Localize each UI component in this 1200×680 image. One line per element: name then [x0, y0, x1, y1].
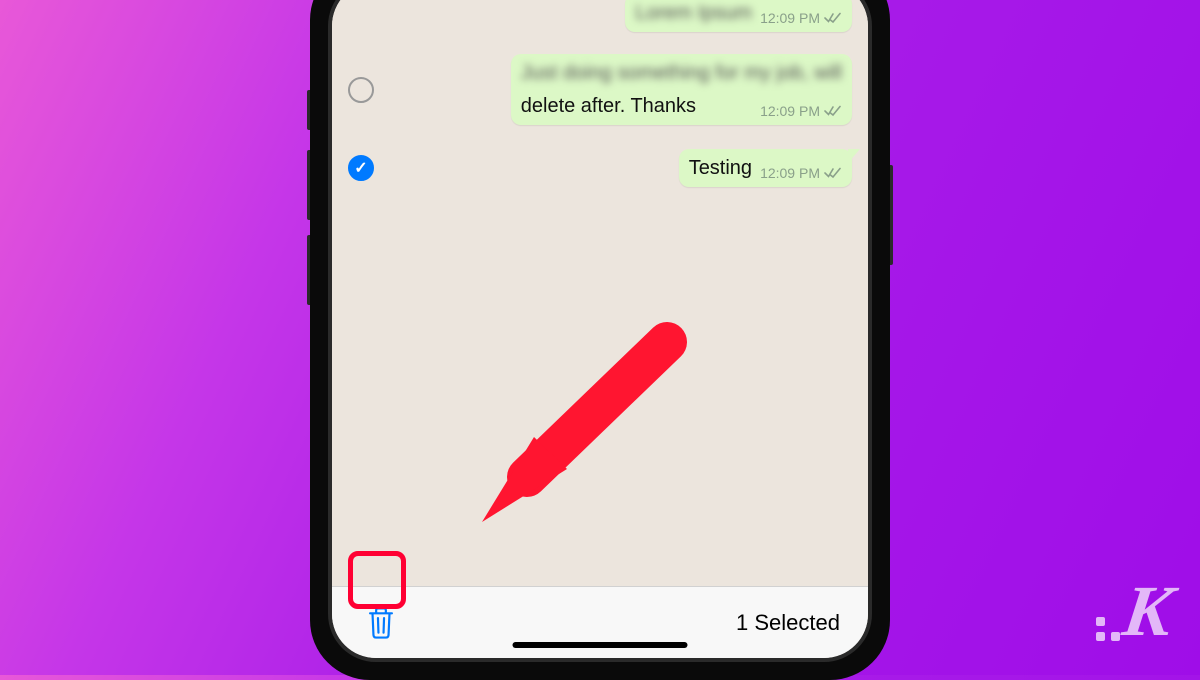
read-receipt-icon	[824, 167, 842, 179]
home-indicator[interactable]	[513, 642, 688, 648]
phone-frame: Lorem Ipsum 12:09 PM Just doi	[310, 0, 890, 680]
read-receipt-icon	[824, 105, 842, 117]
trash-icon	[366, 606, 396, 640]
message-row[interactable]: Lorem Ipsum 12:09 PM	[332, 0, 868, 36]
read-receipt-icon	[824, 12, 842, 24]
whatsapp-chat-screen: Lorem Ipsum 12:09 PM Just doi	[332, 0, 868, 658]
message-row[interactable]: Just doing something for my job, will de…	[332, 50, 868, 129]
message-time: 12:09 PM	[760, 103, 820, 119]
delete-button[interactable]	[360, 602, 402, 644]
watermark-logo: K	[1096, 570, 1172, 653]
chat-message-list[interactable]: Lorem Ipsum 12:09 PM Just doi	[332, 0, 868, 586]
message-bubble[interactable]: Lorem Ipsum 12:09 PM	[625, 0, 852, 32]
message-time: 12:09 PM	[760, 10, 820, 26]
message-row[interactable]: Testing 12:09 PM	[332, 145, 868, 191]
message-text: delete after. Thanks	[521, 94, 696, 119]
select-checkbox[interactable]	[348, 77, 374, 103]
message-text-blurred: Lorem Ipsum	[635, 1, 752, 26]
selection-count-label: 1 Selected	[736, 610, 840, 636]
message-text-blurred: Just doing something for my job, will	[521, 61, 842, 86]
message-text: Testing	[689, 156, 752, 181]
message-bubble[interactable]: Just doing something for my job, will de…	[511, 54, 852, 125]
select-checkbox-checked[interactable]	[348, 155, 374, 181]
message-time: 12:09 PM	[760, 165, 820, 181]
message-bubble[interactable]: Testing 12:09 PM	[679, 149, 852, 187]
